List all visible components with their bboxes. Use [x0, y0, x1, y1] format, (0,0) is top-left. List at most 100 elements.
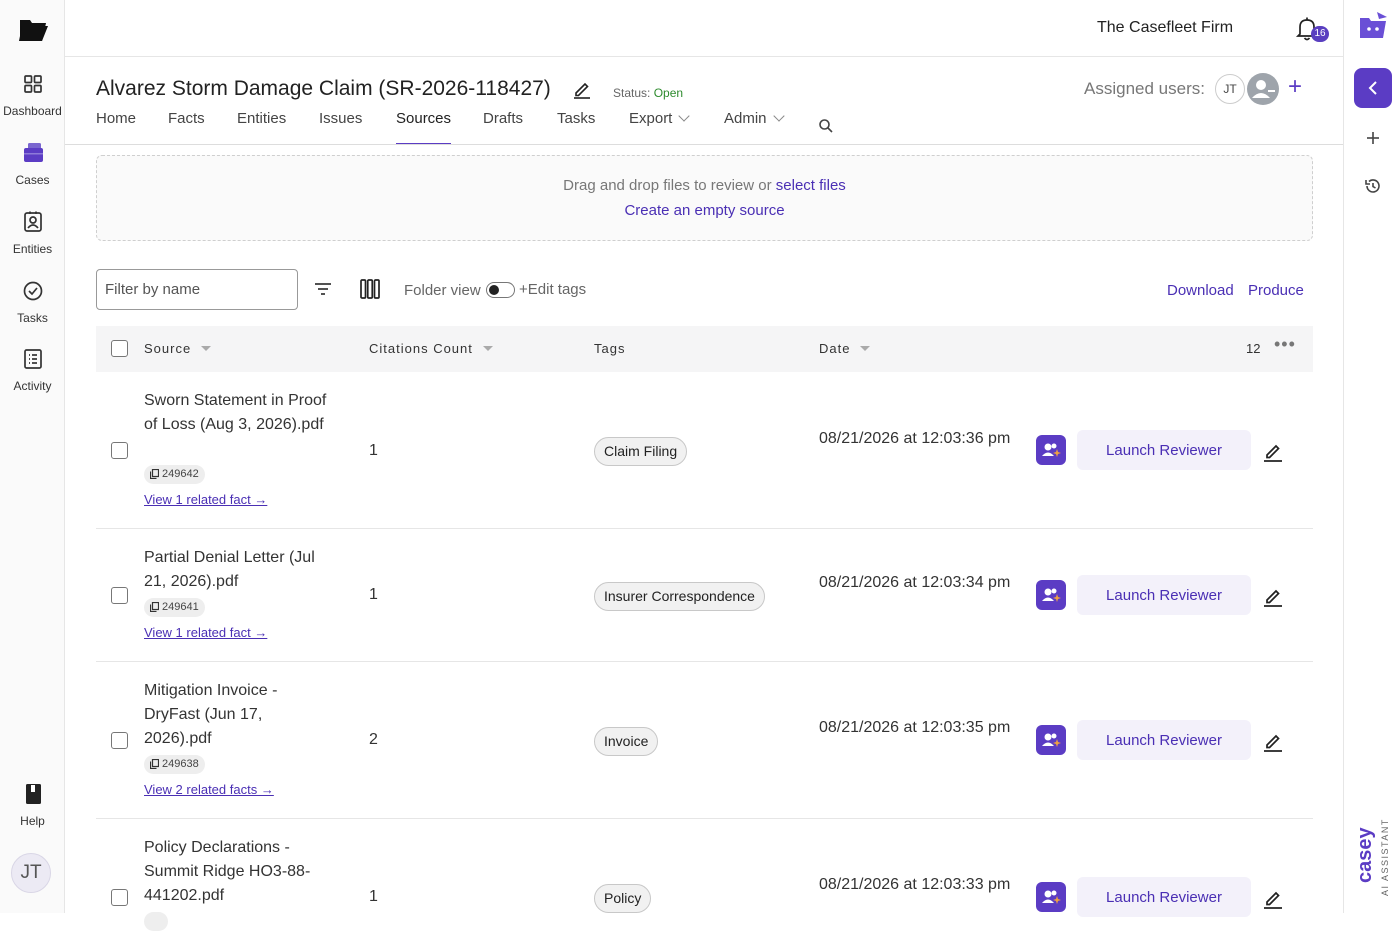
column-source[interactable]: Source: [144, 341, 212, 356]
column-date[interactable]: Date: [819, 341, 871, 356]
file-dropzone[interactable]: Drag and drop files to review or select …: [96, 155, 1313, 241]
history-icon[interactable]: [1362, 175, 1384, 197]
column-citations[interactable]: Citations Count: [369, 341, 493, 356]
related-facts-link[interactable]: View 1 related fact →: [144, 625, 267, 640]
edit-title-icon[interactable]: [572, 79, 592, 99]
launch-reviewer-button[interactable]: Launch Reviewer: [1077, 877, 1251, 917]
status-label: Status:: [613, 86, 651, 100]
nav-entities[interactable]: Entities: [0, 210, 65, 256]
produce-button[interactable]: Produce: [1248, 282, 1304, 299]
assigned-users-label: Assigned users:: [1084, 79, 1205, 98]
ai-assistant-button[interactable]: [1036, 435, 1066, 465]
edit-tags-button[interactable]: +Edit tags: [519, 281, 586, 298]
folder-view-toggle[interactable]: [486, 282, 515, 298]
tab-tasks[interactable]: Tasks: [557, 110, 595, 145]
nav-help[interactable]: Help: [0, 782, 65, 828]
launch-reviewer-button[interactable]: Launch Reviewer: [1077, 720, 1251, 760]
ai-users-icon: [1042, 443, 1061, 457]
nav-tasks[interactable]: Tasks: [0, 279, 65, 325]
tab-drafts[interactable]: Drafts: [483, 110, 523, 145]
dropzone-instructions: Drag and drop files to review or select …: [97, 177, 1312, 194]
tab-home[interactable]: Home: [96, 110, 136, 145]
row-checkbox[interactable]: [111, 587, 128, 604]
source-name[interactable]: Mitigation Invoice - DryFast (Jun 17, 20…: [144, 679, 334, 751]
tag-chip[interactable]: Policy: [594, 884, 652, 913]
toggle-knob: [489, 285, 499, 295]
tab-sources[interactable]: Sources: [396, 110, 452, 145]
chevron-left-icon: [1368, 81, 1377, 95]
case-title: Alvarez Storm Damage Claim (SR-2026-1184…: [96, 77, 551, 100]
nav-activity[interactable]: Activity: [0, 347, 65, 393]
casefleet-logo[interactable]: [16, 14, 50, 44]
tag-chip[interactable]: Invoice: [594, 727, 659, 756]
tab-issues-label: Issues: [319, 110, 363, 127]
more-options-icon[interactable]: •••: [1274, 334, 1296, 355]
source-date: 08/21/2026 at 12:03:34 pm: [819, 574, 1011, 591]
plus-icon[interactable]: [1362, 127, 1384, 149]
source-name[interactable]: Sworn Statement in Proof of Loss (Aug 3,…: [144, 389, 334, 437]
related-facts-link[interactable]: View 2 related facts →: [144, 782, 274, 797]
nav-dashboard[interactable]: Dashboard: [0, 72, 65, 118]
columns-icon[interactable]: [359, 278, 381, 300]
collapse-assistant-button[interactable]: [1354, 68, 1392, 108]
add-assigned-user-button[interactable]: +: [1284, 75, 1306, 100]
ai-assistant-button[interactable]: [1036, 882, 1066, 912]
status-value: Open: [653, 86, 684, 100]
citations-count: 1: [369, 586, 378, 603]
related-facts-link[interactable]: View 1 related fact →: [144, 492, 267, 507]
assistant-logo-icon[interactable]: [1357, 10, 1389, 40]
notifications-button[interactable]: 16: [1295, 16, 1329, 44]
nav-cases[interactable]: Cases: [0, 141, 65, 187]
download-button[interactable]: Download: [1167, 282, 1234, 299]
ai-assistant-button[interactable]: [1036, 725, 1066, 755]
edit-icon[interactable]: [1262, 440, 1284, 462]
user-avatar[interactable]: JT: [11, 853, 51, 893]
tab-tasks-label: Tasks: [557, 110, 596, 127]
source-name[interactable]: Policy Declarations - Summit Ridge HO3-8…: [144, 836, 334, 908]
filter-icon[interactable]: [313, 280, 333, 298]
tab-entities[interactable]: Entities: [237, 110, 286, 145]
tab-export-label: Export: [629, 110, 673, 127]
sort-caret-icon: [860, 346, 871, 351]
grid-icon: [23, 75, 42, 93]
edit-icon[interactable]: [1262, 887, 1284, 909]
tab-admin[interactable]: Admin: [724, 110, 785, 145]
launch-reviewer-button[interactable]: Launch Reviewer: [1077, 430, 1251, 470]
create-empty-source-link[interactable]: Create an empty source: [624, 202, 784, 219]
nav-cases-label: Cases: [15, 173, 50, 187]
contact-card-icon: [23, 211, 42, 232]
source-name[interactable]: Partial Denial Letter (Jul 21, 2026).pdf: [144, 546, 334, 594]
edit-icon[interactable]: [1262, 730, 1284, 752]
row-checkbox[interactable]: [111, 442, 128, 459]
source-id-chip[interactable]: 249638: [144, 755, 205, 774]
source-id-chip[interactable]: 249641: [144, 598, 205, 617]
tab-facts[interactable]: Facts: [168, 110, 205, 145]
source-id-chip[interactable]: [144, 912, 168, 931]
launch-reviewer-button[interactable]: Launch Reviewer: [1077, 575, 1251, 615]
sort-caret-icon: [482, 346, 493, 351]
column-tags-label: Tags: [594, 341, 626, 356]
copy-icon: [150, 469, 159, 479]
book-icon: [25, 784, 41, 804]
tag-chip[interactable]: Insurer Correspondence: [594, 582, 765, 611]
edit-icon[interactable]: [1262, 585, 1284, 607]
row-checkbox[interactable]: [111, 889, 128, 906]
select-files-link[interactable]: select files: [776, 177, 846, 194]
assigned-user-placeholder-avatar[interactable]: [1247, 73, 1279, 105]
ai-assistant-button[interactable]: [1036, 580, 1066, 610]
source-id-chip[interactable]: 249642: [144, 465, 205, 484]
tab-issues[interactable]: Issues: [319, 110, 362, 145]
tab-export[interactable]: Export: [629, 110, 691, 145]
search-icon[interactable]: [818, 118, 834, 134]
tab-admin-label: Admin: [724, 110, 767, 127]
citations-count: 1: [369, 442, 378, 459]
tab-facts-label: Facts: [168, 110, 205, 127]
row-checkbox[interactable]: [111, 732, 128, 749]
notification-badge: 16: [1311, 26, 1329, 42]
sources-count: 12: [1246, 341, 1261, 356]
assigned-user-avatar[interactable]: JT: [1215, 74, 1245, 104]
column-source-label: Source: [144, 341, 192, 356]
filter-by-name-input[interactable]: [96, 269, 298, 310]
tag-chip[interactable]: Claim Filing: [594, 437, 688, 466]
select-all-checkbox[interactable]: [111, 340, 128, 357]
